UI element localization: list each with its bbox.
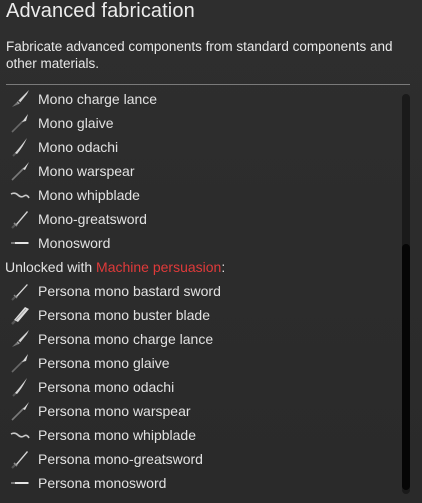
scrollbar[interactable] [402,94,410,494]
list-item[interactable]: Persona mono bastard sword [0,279,400,303]
sword-icon [8,231,32,255]
section-prefix: Unlocked with [5,259,97,275]
spear-icon [8,399,32,423]
list-item[interactable]: Persona mono buster blade [0,303,400,327]
lance-icon [8,327,32,351]
list-item[interactable]: Mono charge lance [0,88,400,111]
spear-icon [8,159,32,183]
divider [6,84,410,85]
list-item-label: Monosword [38,235,111,251]
list-item[interactable]: Persona mono glaive [0,351,400,375]
buster-blade-icon [8,303,32,327]
list-item-label: Persona mono charge lance [38,331,214,347]
greatsword-icon [8,207,32,231]
section-header-unlocked: Unlocked with Machine persuasion: [0,255,400,279]
skill-link[interactable]: Machine persuasion [96,259,221,275]
list-item-label: Mono warspear [38,163,135,179]
list-item[interactable]: Persona mono odachi [0,375,400,399]
odachi-icon [8,375,32,399]
list-item[interactable]: Mono-greatsword [0,207,400,231]
whipblade-icon [8,423,32,447]
list-item[interactable]: Monosword [0,231,400,255]
odachi-icon [8,135,32,159]
advanced-fabrication-panel: Advanced fabrication Fabricate advanced … [0,0,422,503]
list-item[interactable]: Mono warspear [0,159,400,183]
list-item[interactable]: Mono glaive [0,111,400,135]
list-item-label: Persona monosword [38,475,167,491]
sword-icon [8,471,32,495]
list-item[interactable]: Mono odachi [0,135,400,159]
list-item[interactable]: Persona mono warspear [0,399,400,423]
whipblade-icon [8,183,32,207]
list-item-label: Persona mono buster blade [38,307,210,323]
list-item-label: Persona mono warspear [38,403,191,419]
bastard-sword-icon [8,279,32,303]
list-item-label: Persona mono-greatsword [38,451,203,467]
greatsword-icon [8,447,32,471]
list-item-label: Mono-greatsword [38,211,147,227]
panel-title: Advanced fabrication [6,0,195,22]
glaive-icon [8,351,32,375]
scrollbar-thumb[interactable] [402,244,410,490]
glaive-icon [8,111,32,135]
list-item[interactable]: Persona mono-greatsword [0,447,400,471]
recipe-list[interactable]: Mono charge lance Mono glaive Mono odachi M… [0,88,400,498]
list-item[interactable]: Persona monosword [0,471,400,495]
section-suffix: : [221,259,226,275]
list-item-label: Persona mono whipblade [38,427,196,443]
lance-icon [8,88,32,111]
list-item-label: Persona mono glaive [38,355,170,371]
panel-description: Fabricate advanced components from stand… [6,39,393,71]
list-item[interactable]: Mono whipblade [0,183,400,207]
list-item-label: Persona mono bastard sword [38,283,221,299]
list-item[interactable]: Persona mono whipblade [0,423,400,447]
list-item[interactable]: Persona mono charge lance [0,327,400,351]
list-item-label: Mono charge lance [38,91,158,107]
list-item-label: Persona mono odachi [38,379,175,395]
list-item-label: Mono whipblade [38,187,140,203]
list-item-label: Mono glaive [38,115,114,131]
list-item-label: Mono odachi [38,139,119,155]
